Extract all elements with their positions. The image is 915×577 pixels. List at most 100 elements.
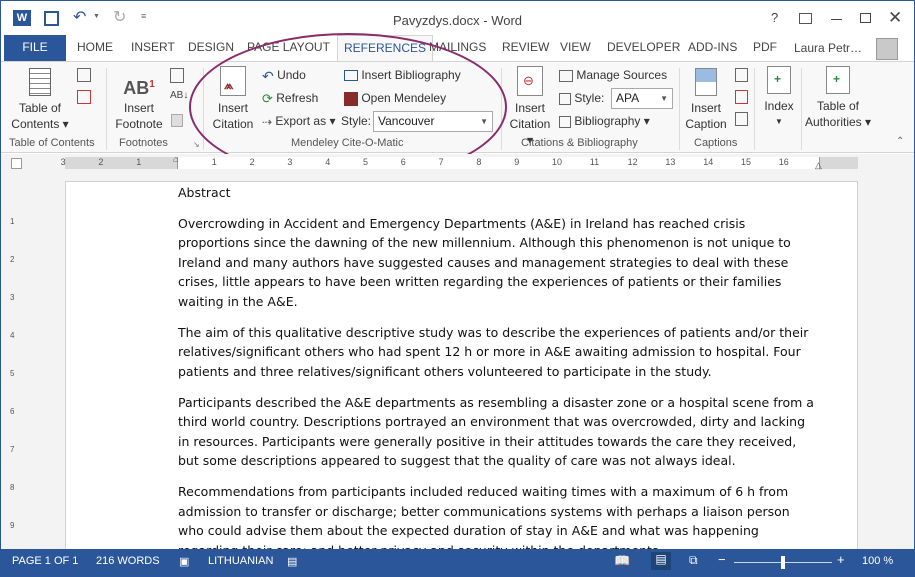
tab-developer[interactable]: DEVELOPER bbox=[601, 35, 686, 61]
ruler-number: 4 bbox=[325, 157, 331, 167]
manage-sources-button[interactable]: Manage Sources bbox=[559, 65, 667, 85]
ruler-number: 15 bbox=[741, 157, 752, 167]
vertical-ruler-number: 6 bbox=[10, 407, 15, 416]
web-layout-icon[interactable]: ⧉ bbox=[689, 553, 698, 568]
add-text-icon[interactable] bbox=[77, 68, 91, 82]
update-table-icon[interactable] bbox=[735, 90, 748, 104]
proofing-icon[interactable]: ▣ bbox=[179, 555, 189, 568]
zoom-out-icon[interactable]: − bbox=[718, 552, 726, 567]
paragraph: The aim of this qualitative descriptive … bbox=[178, 324, 809, 379]
vertical-ruler-number: 7 bbox=[10, 445, 15, 454]
chevron-down-icon: ▼ bbox=[660, 94, 668, 103]
document-heading: Abstract bbox=[178, 185, 231, 200]
bibliography-list-icon bbox=[559, 115, 571, 128]
ruler-number: 12 bbox=[627, 157, 638, 167]
language[interactable]: LITHUANIAN bbox=[208, 555, 273, 567]
tab-pdf[interactable]: PDF bbox=[747, 35, 783, 61]
close-icon[interactable]: ✕ bbox=[888, 8, 902, 28]
status-bar: PAGE 1 OF 1 216 WORDS ▣ LITHUANIAN ▤ 📖 ▤… bbox=[1, 549, 914, 576]
word-window: W ↶ ▼ ↻ ≡ Pavyzdys.docx - Word ? ✕ FILE … bbox=[0, 0, 915, 577]
vertical-ruler-number: 3 bbox=[10, 293, 15, 302]
help-icon[interactable]: ? bbox=[771, 10, 778, 25]
update-table-icon[interactable] bbox=[77, 90, 91, 104]
read-mode-icon[interactable]: 📖 bbox=[614, 553, 630, 569]
tab-add-ins[interactable]: ADD-INS bbox=[682, 35, 743, 61]
insert-table-of-figures-icon[interactable] bbox=[735, 68, 748, 82]
tab-view[interactable]: VIEW bbox=[554, 35, 597, 61]
zoom-in-icon[interactable]: + bbox=[837, 552, 845, 567]
footnote-icon: AB1 bbox=[123, 78, 155, 98]
vertical-ruler-number: 2 bbox=[10, 255, 15, 264]
tab-review[interactable]: REVIEW bbox=[496, 35, 555, 61]
citation-style-select[interactable]: APA ▼ bbox=[611, 88, 673, 109]
macro-record-icon[interactable]: ▤ bbox=[287, 555, 297, 568]
user-name[interactable]: Laura Petr… bbox=[794, 41, 862, 55]
ruler-number: 13 bbox=[665, 157, 676, 167]
style-icon bbox=[559, 92, 571, 105]
vertical-ruler-number: 5 bbox=[10, 369, 15, 378]
word-count[interactable]: 216 WORDS bbox=[96, 555, 160, 567]
indent-marker-icon[interactable]: ⌂ bbox=[173, 154, 178, 164]
ruler-number: 10 bbox=[552, 157, 563, 167]
dialog-launcher-icon[interactable]: ↘ bbox=[193, 140, 200, 149]
index-button[interactable]: + Index ▼ bbox=[759, 66, 799, 130]
bibliography-button[interactable]: Bibliography ▾ bbox=[559, 111, 650, 131]
group-label-citations: Citations & Bibliography bbox=[521, 137, 638, 149]
ruler-number: 1 bbox=[136, 157, 142, 167]
ribbon-display-icon[interactable] bbox=[799, 13, 812, 24]
mark-citation-icon: + bbox=[826, 66, 850, 94]
avatar[interactable] bbox=[876, 38, 898, 60]
ruler-number: 2 bbox=[98, 157, 104, 167]
insert-caption-button[interactable]: Insert Caption bbox=[683, 68, 729, 132]
page-count[interactable]: PAGE 1 OF 1 bbox=[12, 555, 78, 567]
table-of-authorities-button[interactable]: + Table of Authorities ▾ bbox=[804, 66, 872, 130]
tab-home[interactable]: HOME bbox=[71, 35, 119, 61]
caption-icon bbox=[695, 68, 717, 96]
insert-footnote-button[interactable]: AB1 Insert Footnote bbox=[111, 70, 167, 132]
insert-citation-button[interactable]: ⊖ Insert Citation ▾ bbox=[506, 66, 554, 148]
table-of-contents-icon bbox=[29, 68, 51, 96]
group-separator bbox=[679, 68, 680, 150]
ruler-number: 14 bbox=[703, 157, 714, 167]
vertical-ruler: 1 2 3 4 5 6 7 8 9 bbox=[7, 179, 21, 549]
group-separator bbox=[106, 68, 107, 150]
vertical-ruler-number: 4 bbox=[10, 331, 15, 340]
ruler-number: 3 bbox=[287, 157, 293, 167]
ruler-number: 11 bbox=[589, 157, 600, 167]
tab-selector[interactable] bbox=[11, 158, 22, 169]
citation-icon: ⊖ bbox=[517, 66, 543, 96]
print-layout-icon[interactable]: ▤ bbox=[651, 552, 671, 570]
paragraph: Participants described the A&E departmen… bbox=[178, 394, 814, 469]
ruler-number: 7 bbox=[438, 157, 444, 167]
vertical-ruler-number: 1 bbox=[10, 217, 15, 226]
zoom-level[interactable]: 100 % bbox=[862, 555, 893, 567]
ruler-number: 5 bbox=[363, 157, 369, 167]
group-label-toc: Table of Contents bbox=[9, 137, 95, 149]
show-notes-icon[interactable] bbox=[171, 114, 183, 127]
insert-endnote-icon[interactable] bbox=[170, 68, 184, 83]
ruler-number: 9 bbox=[514, 157, 520, 167]
group-separator bbox=[801, 68, 802, 150]
table-of-contents-button[interactable]: Table of Contents ▾ bbox=[9, 68, 71, 132]
group-separator bbox=[754, 68, 755, 150]
ruler-number: 8 bbox=[476, 157, 482, 167]
ruler-number: 2 bbox=[249, 157, 255, 167]
collapse-ribbon-icon[interactable]: ⌃ bbox=[896, 136, 904, 147]
right-indent-marker-icon[interactable]: △ bbox=[815, 160, 822, 171]
document-body[interactable]: Abstract Overcrowding in Accident and Em… bbox=[178, 183, 818, 572]
ruler-number: 1 bbox=[211, 157, 217, 167]
title-bar: W ↶ ▼ ↻ ≡ Pavyzdys.docx - Word ? ✕ bbox=[1, 1, 914, 35]
group-label-footnotes: Footnotes bbox=[119, 137, 168, 149]
minimize-icon[interactable] bbox=[831, 19, 842, 20]
restore-icon[interactable] bbox=[860, 13, 871, 23]
zoom-slider-thumb[interactable] bbox=[781, 556, 785, 569]
tab-file[interactable]: FILE bbox=[4, 35, 66, 61]
cross-reference-icon[interactable] bbox=[735, 112, 748, 126]
group-label-captions: Captions bbox=[694, 137, 738, 149]
vertical-ruler-number: 8 bbox=[10, 483, 15, 492]
citation-style-label: Style: bbox=[559, 88, 604, 108]
horizontal-ruler: 3 2 1 1 2 3 4 5 6 7 8 9 10 11 12 13 14 15 16 ⌂ △ bbox=[1, 154, 914, 172]
paragraph: Overcrowding in Accident and Emergency D… bbox=[178, 215, 791, 309]
next-footnote-icon[interactable]: AB↓ bbox=[170, 90, 188, 101]
tab-insert[interactable]: INSERT bbox=[125, 35, 181, 61]
